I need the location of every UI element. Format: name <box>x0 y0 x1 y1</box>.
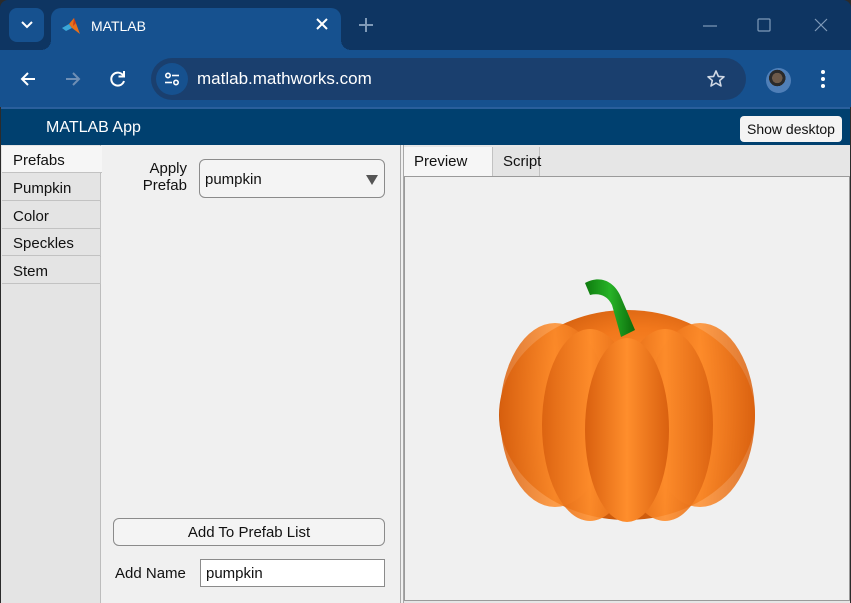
vertical-tab-strip: Prefabs Pumpkin Color Speckles Stem <box>1 145 102 603</box>
pumpkin-render <box>499 279 755 522</box>
minimize-icon[interactable] <box>700 17 720 33</box>
tab-preview[interactable]: Preview <box>404 147 493 177</box>
tab-search-button[interactable] <box>9 8 44 42</box>
tune-icon <box>164 72 180 86</box>
tab-pumpkin[interactable]: Pumpkin <box>2 174 101 201</box>
add-name-label: Add Name <box>115 565 186 582</box>
tab-prefabs[interactable]: Prefabs <box>2 146 102 173</box>
browser-tab[interactable]: MATLAB <box>41 8 351 50</box>
tab-speckles[interactable]: Speckles <box>2 229 101 256</box>
pumpkin-body <box>499 310 755 522</box>
site-info-button[interactable] <box>156 63 188 95</box>
browser-tabstrip: MATLAB <box>0 0 851 50</box>
close-icon[interactable] <box>314 16 330 32</box>
address-bar[interactable]: matlab.mathworks.com <box>151 58 746 100</box>
tab-color[interactable]: Color <box>2 202 101 229</box>
output-pane: Preview Script <box>403 145 850 603</box>
caret-down-icon <box>366 175 378 185</box>
tab-title: MATLAB <box>91 18 146 34</box>
maximize-icon[interactable] <box>756 17 772 33</box>
dropdown-value: pumpkin <box>205 171 262 188</box>
add-name-input[interactable] <box>200 559 385 587</box>
kebab-menu-icon[interactable] <box>818 69 828 89</box>
apply-label-line2: Prefab <box>142 177 187 194</box>
show-desktop-button[interactable]: Show desktop <box>740 116 842 142</box>
reload-icon[interactable] <box>108 69 128 89</box>
apply-prefab-label: Apply Prefab <box>111 160 187 194</box>
browser-toolbar: matlab.mathworks.com <box>0 50 851 107</box>
close-window-icon[interactable] <box>813 17 829 33</box>
matlab-app: MATLAB App Show desktop Prefabs Pumpkin … <box>1 107 850 603</box>
add-to-prefab-list-button[interactable]: Add To Prefab List <box>113 518 385 546</box>
chevron-down-icon <box>20 21 33 29</box>
preview-axes[interactable] <box>404 176 850 601</box>
arrow-right-icon[interactable] <box>63 69 83 89</box>
star-icon[interactable] <box>706 69 726 89</box>
tab-stem[interactable]: Stem <box>2 257 101 284</box>
settings-pane: Prefabs Pumpkin Color Speckles Stem Appl… <box>1 145 401 603</box>
avatar-icon[interactable] <box>766 68 791 93</box>
app-header: MATLAB App Show desktop <box>1 107 850 145</box>
plus-icon[interactable] <box>357 16 375 34</box>
url-text[interactable]: matlab.mathworks.com <box>197 69 372 89</box>
apply-label-line1: Apply <box>149 160 187 177</box>
tab-script[interactable]: Script <box>493 147 541 177</box>
app-title: MATLAB App <box>46 119 141 136</box>
matlab-logo-icon <box>62 18 80 34</box>
arrow-left-icon[interactable] <box>18 69 38 89</box>
apply-prefab-dropdown[interactable]: pumpkin <box>199 159 385 198</box>
